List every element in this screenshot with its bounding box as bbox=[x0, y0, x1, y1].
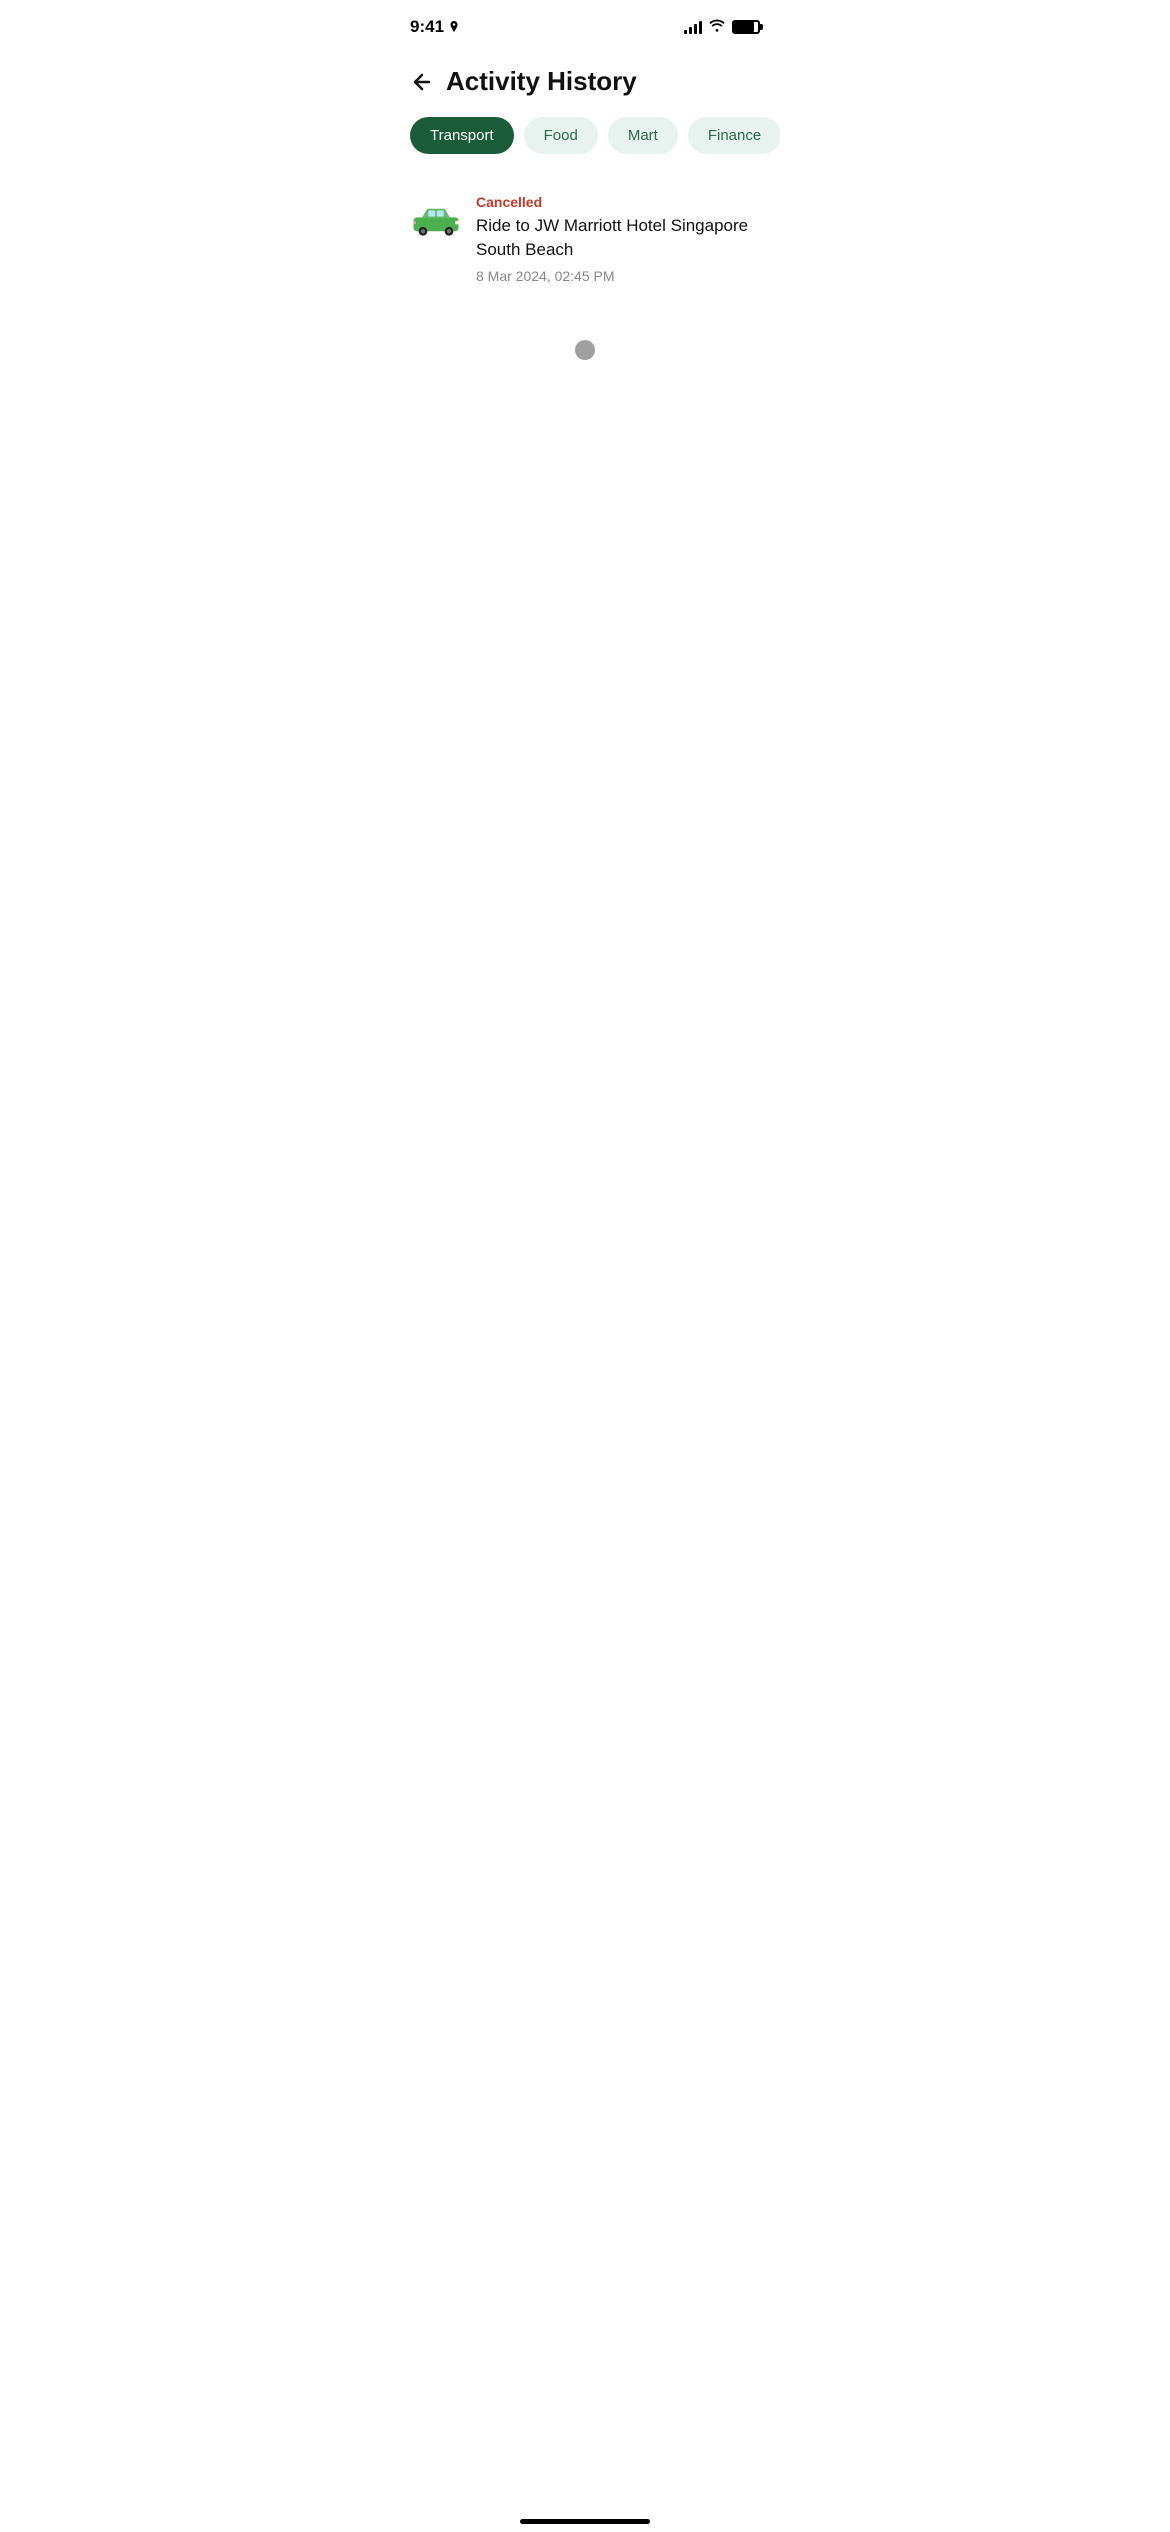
activity-title: Ride to JW Marriott Hotel Singapore Sout… bbox=[476, 214, 760, 262]
status-icons bbox=[684, 18, 760, 37]
battery-icon bbox=[732, 20, 760, 34]
signal-icon bbox=[684, 20, 702, 34]
status-bar: 9:41 bbox=[390, 0, 780, 50]
activity-date: 8 Mar 2024, 02:45 PM bbox=[476, 268, 760, 284]
back-button[interactable] bbox=[410, 70, 434, 94]
loading-dot bbox=[575, 340, 595, 360]
loading-indicator bbox=[390, 300, 780, 400]
activity-item[interactable]: Cancelled Ride to JW Marriott Hotel Sing… bbox=[410, 178, 760, 300]
status-time: 9:41 bbox=[410, 17, 460, 37]
wifi-icon bbox=[708, 18, 726, 37]
tab-transport[interactable]: Transport bbox=[410, 117, 514, 154]
header: Activity History bbox=[390, 50, 780, 117]
car-icon bbox=[410, 194, 462, 246]
tab-mart[interactable]: Mart bbox=[608, 117, 678, 154]
activity-content: Cancelled Ride to JW Marriott Hotel Sing… bbox=[476, 194, 760, 284]
activity-status: Cancelled bbox=[476, 194, 760, 210]
location-icon bbox=[448, 21, 460, 33]
tab-food[interactable]: Food bbox=[524, 117, 598, 154]
home-indicator bbox=[520, 2519, 650, 2524]
filter-tabs: Transport Food Mart Finance E… bbox=[390, 117, 780, 154]
activity-list: Cancelled Ride to JW Marriott Hotel Sing… bbox=[390, 178, 780, 300]
page-title: Activity History bbox=[446, 66, 637, 97]
tab-finance[interactable]: Finance bbox=[688, 117, 780, 154]
